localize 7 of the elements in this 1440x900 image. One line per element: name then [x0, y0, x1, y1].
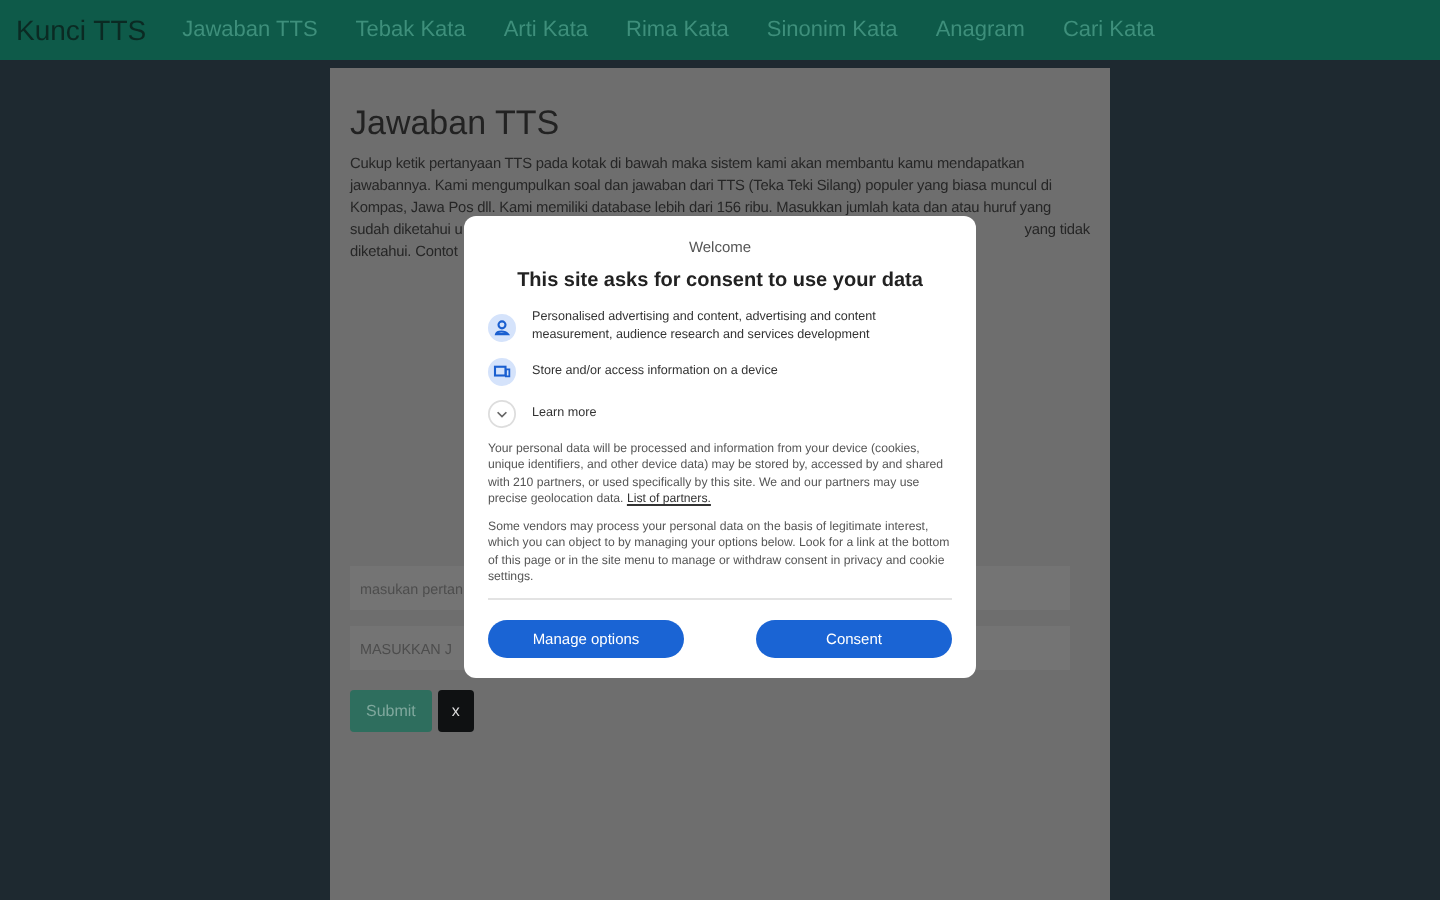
person-icon [488, 313, 516, 341]
device-icon [488, 358, 516, 386]
clear-button[interactable]: x [437, 690, 474, 732]
page-title: Jawaban TTS [350, 104, 562, 144]
dialog-title: This site asks for consent to use your data [515, 270, 925, 292]
chevron-down-icon[interactable] [488, 400, 516, 428]
submit-button[interactable]: Submit [350, 690, 432, 732]
